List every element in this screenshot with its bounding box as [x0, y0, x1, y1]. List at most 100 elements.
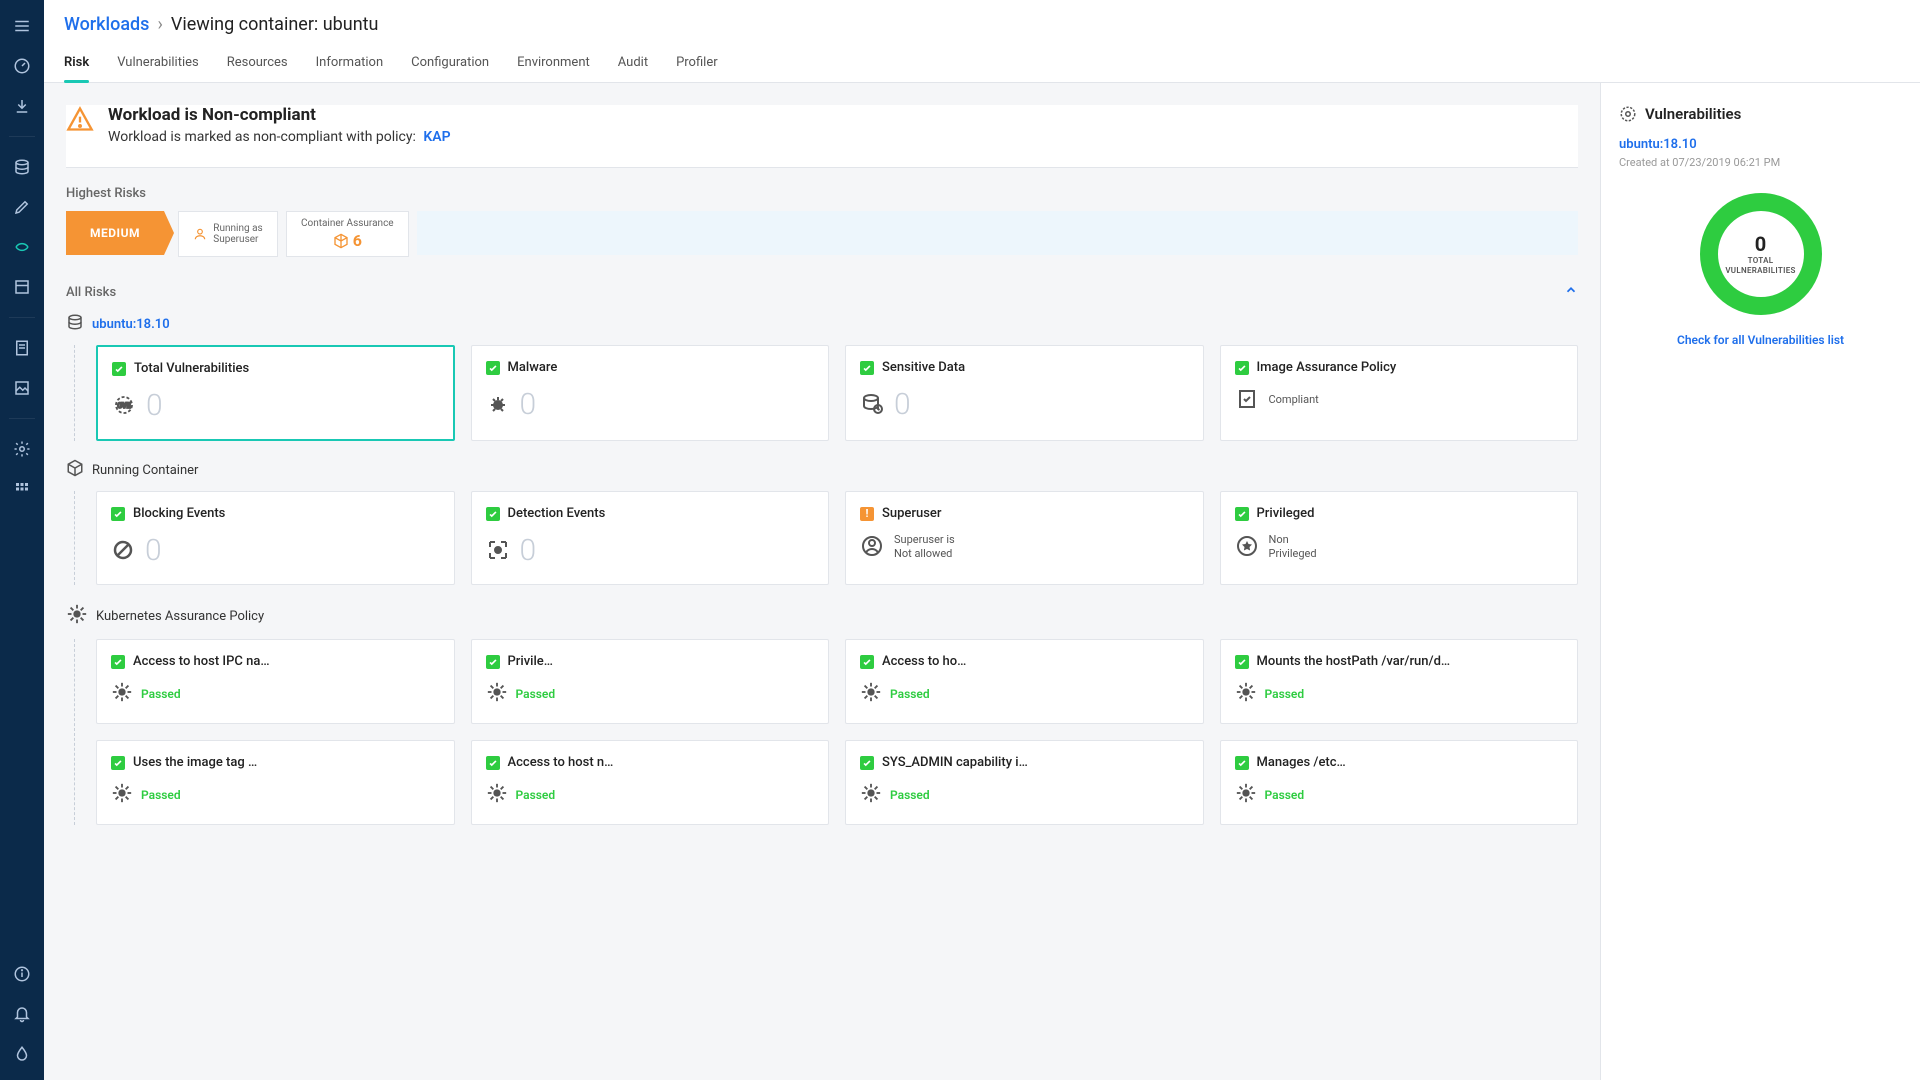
side-panel-image-link[interactable]: ubuntu:18.10: [1619, 137, 1902, 152]
nav-separator: [9, 136, 35, 137]
card-value: 0: [145, 533, 162, 568]
nav-stack-icon[interactable]: [6, 151, 38, 183]
check-all-vulns-link[interactable]: Check for all Vulnerabilities list: [1677, 333, 1844, 347]
card-title: Manages /etc…: [1257, 755, 1346, 770]
detect-icon: [486, 538, 512, 564]
nav-doc-icon[interactable]: [6, 332, 38, 364]
nav-workloads-icon[interactable]: [6, 231, 38, 263]
warn-badge-icon: !: [860, 507, 874, 521]
check-badge-icon: [486, 507, 500, 521]
tab-profiler[interactable]: Profiler: [676, 45, 718, 82]
compliance-banner: Workload is Non-compliant Workload is ma…: [66, 105, 1578, 168]
card-title: Sensitive Data: [882, 360, 965, 375]
nav-info-icon[interactable]: [6, 958, 38, 990]
nav-dashboard-icon[interactable]: [6, 50, 38, 82]
risk-card[interactable]: SYS_ADMIN capability i…Passed: [845, 740, 1204, 825]
wheel-icon: [111, 681, 133, 707]
cube-icon: [66, 459, 84, 481]
check-badge-icon: [860, 756, 874, 770]
risk-pill-superuser[interactable]: Running as Superuser: [178, 211, 278, 257]
nav-menu-icon[interactable]: [6, 10, 38, 42]
check-badge-icon: [111, 507, 125, 521]
breadcrumb-current: Viewing container: ubuntu: [171, 14, 379, 35]
passed-label: Passed: [141, 788, 181, 802]
cve-icon: CVE: [112, 393, 138, 419]
risk-card[interactable]: Manages /etc…Passed: [1220, 740, 1579, 825]
nav-drop-icon[interactable]: [6, 1038, 38, 1070]
card-title: Mounts the hostPath /var/run/d…: [1257, 654, 1451, 669]
tab-vulnerabilities[interactable]: Vulnerabilities: [117, 45, 199, 82]
tab-audit[interactable]: Audit: [618, 45, 648, 82]
risk-group-header[interactable]: ubuntu:18.10: [66, 313, 1578, 335]
risk-group-header: Kubernetes Assurance Policy: [66, 603, 1578, 629]
risk-card[interactable]: !SuperuserSuperuser isNot allowed: [845, 491, 1204, 585]
risk-card[interactable]: Access to host IPC na…Passed: [96, 639, 455, 724]
check-badge-icon: [486, 756, 500, 770]
vulnerabilities-side-panel: Vulnerabilities ubuntu:18.10 Created at …: [1600, 83, 1920, 1080]
nav-edit-icon[interactable]: [6, 191, 38, 223]
risk-fill-area: [417, 211, 1578, 255]
risk-card[interactable]: Mounts the hostPath /var/run/d… Passed: [1220, 639, 1579, 724]
check-badge-icon: [860, 361, 874, 375]
check-badge-icon: [111, 756, 125, 770]
tab-resources[interactable]: Resources: [227, 45, 288, 82]
bug-icon: [486, 392, 512, 418]
risk-card[interactable]: Access to host n…Passed: [471, 740, 830, 825]
check-badge-icon: [1235, 756, 1249, 770]
svg-text:CVE: CVE: [117, 402, 130, 410]
risk-card[interactable]: Sensitive Data0: [845, 345, 1204, 441]
risk-card[interactable]: Privile…Passed: [471, 639, 830, 724]
nav-panel-icon[interactable]: [6, 271, 38, 303]
risk-pill-container-assurance[interactable]: Container Assurance 6: [286, 211, 409, 257]
wheel-icon: [860, 782, 882, 808]
tab-risk[interactable]: Risk: [64, 45, 89, 82]
nav-bell-icon[interactable]: [6, 998, 38, 1030]
banner-title: Workload is Non-compliant: [108, 105, 451, 125]
highest-risks-label: Highest Risks: [66, 186, 1578, 201]
collapse-toggle-icon[interactable]: [1564, 283, 1578, 301]
banner-subtitle: Workload is marked as non-compliant with…: [108, 129, 451, 145]
policy-icon: [1235, 387, 1261, 413]
nav-settings-icon[interactable]: [6, 433, 38, 465]
card-title: Uses the image tag …: [133, 755, 257, 770]
tab-configuration[interactable]: Configuration: [411, 45, 489, 82]
card-text: Compliant: [1269, 393, 1319, 407]
main-panel: Workloads › Viewing container: ubuntu Ri…: [44, 0, 1920, 1080]
nav-image-icon[interactable]: [6, 372, 38, 404]
risk-card[interactable]: Access to ho…Passed: [845, 639, 1204, 724]
card-text: NonPrivileged: [1269, 533, 1317, 562]
risk-card[interactable]: Blocking Events0: [96, 491, 455, 585]
card-title: Access to host IPC na…: [133, 654, 270, 669]
card-title: Access to host n…: [508, 755, 614, 770]
tab-environment[interactable]: Environment: [517, 45, 590, 82]
passed-label: Passed: [890, 687, 930, 701]
risk-card[interactable]: Malware0: [471, 345, 830, 441]
card-value: 0: [520, 533, 537, 568]
tab-bar: Risk Vulnerabilities Resources Information C…: [44, 45, 1920, 83]
card-value: 0: [146, 388, 163, 423]
card-title: SYS_ADMIN capability i…: [882, 755, 1028, 770]
risk-card[interactable]: PrivilegedNonPrivileged: [1220, 491, 1579, 585]
target-icon: [1619, 105, 1637, 123]
side-panel-created-at: Created at 07/23/2019 06:21 PM: [1619, 156, 1902, 169]
tab-information[interactable]: Information: [316, 45, 384, 82]
passed-label: Passed: [1265, 687, 1305, 701]
check-badge-icon: [1235, 655, 1249, 669]
check-badge-icon: [860, 655, 874, 669]
check-badge-icon: [486, 655, 500, 669]
card-title: Image Assurance Policy: [1257, 360, 1397, 375]
risk-card[interactable]: Image Assurance Policy Compliant: [1220, 345, 1579, 441]
nav-download-icon[interactable]: [6, 90, 38, 122]
user-warning-icon: [193, 227, 207, 241]
breadcrumb-separator: ›: [157, 14, 162, 35]
risk-card[interactable]: Total VulnerabilitiesCVE0: [96, 345, 455, 441]
risk-card[interactable]: Uses the image tag … Passed: [96, 740, 455, 825]
risk-card[interactable]: Detection Events0: [471, 491, 830, 585]
cube-icon: [333, 233, 349, 249]
nav-grid-icon[interactable]: [6, 473, 38, 505]
banner-policy-link[interactable]: KAP: [423, 129, 450, 145]
breadcrumb-root-link[interactable]: Workloads: [64, 14, 149, 35]
vulnerability-donut-chart: 0 TOTAL VULNERABILITIES: [1696, 189, 1826, 319]
card-text: Superuser isNot allowed: [894, 533, 955, 562]
group-title: Kubernetes Assurance Policy: [96, 609, 264, 624]
